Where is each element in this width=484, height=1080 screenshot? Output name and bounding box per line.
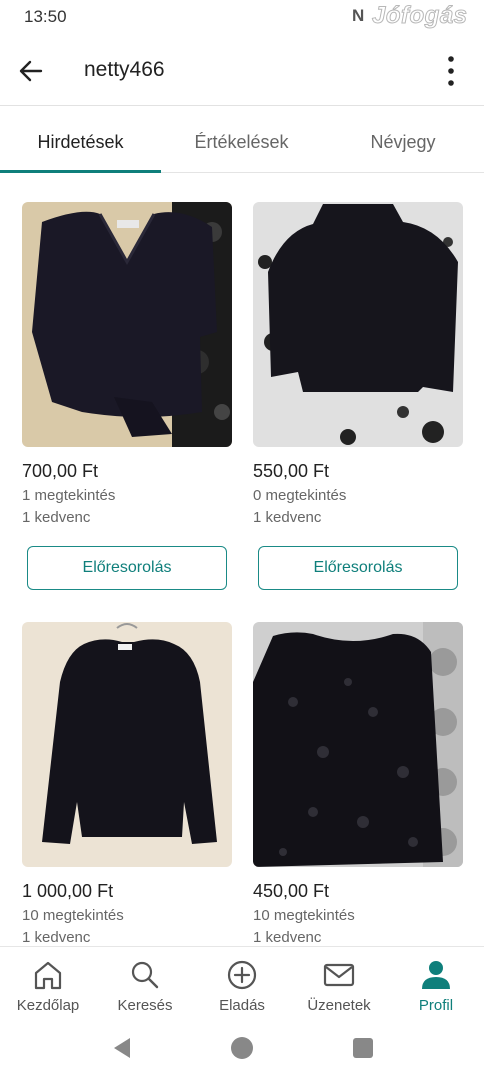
listing-views: 1 megtekintés <box>22 487 116 504</box>
system-navigation-bar <box>0 1026 484 1080</box>
active-tab-indicator <box>0 170 161 173</box>
system-back-icon[interactable] <box>110 1036 134 1060</box>
nav-messages-label: Üzenetek <box>307 997 371 1014</box>
profile-tabs: Hirdetések Értékelések Névjegy <box>0 107 484 173</box>
nav-sell[interactable]: Eladás <box>194 947 290 1027</box>
system-home-icon[interactable] <box>230 1036 254 1060</box>
promote-button[interactable]: Előresorolás <box>27 546 227 590</box>
watermark: Jófogás <box>372 2 468 30</box>
listing-views: 10 megtekintés <box>22 907 124 924</box>
listing-favorites: 1 kedvenc <box>253 929 322 946</box>
nav-search-label: Keresés <box>117 997 173 1014</box>
back-button[interactable] <box>14 54 48 88</box>
system-recents-icon[interactable] <box>352 1037 374 1059</box>
mail-icon <box>323 963 355 987</box>
home-icon <box>34 961 62 990</box>
listing-image[interactable] <box>253 622 463 867</box>
status-time: 13:50 <box>24 7 67 26</box>
listing-card[interactable]: 1 000,00 Ft 10 megtekintés 1 kedvenc <box>22 622 232 946</box>
tab-about[interactable]: Névjegy <box>322 107 484 173</box>
nav-profile[interactable]: Profil <box>388 947 484 1027</box>
listing-card[interactable]: 450,00 Ft 10 megtekintés 1 kedvenc <box>253 622 463 946</box>
listing-card[interactable]: 700,00 Ft 1 megtekintés 1 kedvenc <box>22 202 232 529</box>
listing-views: 0 megtekintés <box>253 487 347 504</box>
more-options-button[interactable] <box>436 54 466 88</box>
listing-card[interactable]: 550,00 Ft 0 megtekintés 1 kedvenc <box>253 202 463 529</box>
person-icon <box>422 961 450 989</box>
tab-ratings[interactable]: Értékelések <box>161 107 322 173</box>
more-vert-icon <box>448 56 454 86</box>
listing-favorites: 1 kedvenc <box>253 509 322 526</box>
bottom-navigation: Kezdőlap Keresés Eladás Üzenetek Profil <box>0 946 484 1026</box>
profile-username: netty466 <box>84 58 165 81</box>
nav-search[interactable]: Keresés <box>97 947 193 1027</box>
notification-n-icon: N <box>352 6 365 25</box>
listing-image[interactable] <box>253 202 463 447</box>
tab-listings[interactable]: Hirdetések <box>0 107 161 173</box>
listing-price: 700,00 Ft <box>22 461 99 481</box>
listing-grid[interactable]: 700,00 Ft 1 megtekintés 1 kedvenc Előres… <box>0 174 484 946</box>
app-bar: netty466 <box>0 36 484 106</box>
status-bar: 13:50 N Jófogás <box>0 0 484 36</box>
search-icon <box>131 961 159 989</box>
listing-price: 1 000,00 Ft <box>22 881 114 901</box>
nav-home-label: Kezdőlap <box>16 997 80 1014</box>
listing-image[interactable] <box>22 202 232 447</box>
listing-price: 550,00 Ft <box>253 461 330 481</box>
listing-favorites: 1 kedvenc <box>22 509 91 526</box>
nav-home[interactable]: Kezdőlap <box>0 947 96 1027</box>
arrow-left-icon <box>19 60 43 82</box>
add-circle-icon <box>227 960 257 990</box>
listing-image[interactable] <box>22 622 232 867</box>
nav-sell-label: Eladás <box>219 997 265 1014</box>
nav-messages[interactable]: Üzenetek <box>291 947 387 1027</box>
listing-price: 450,00 Ft <box>253 881 330 901</box>
listing-favorites: 1 kedvenc <box>22 929 91 946</box>
nav-profile-label: Profil <box>418 997 454 1014</box>
promote-button[interactable]: Előresorolás <box>258 546 458 590</box>
listing-views: 10 megtekintés <box>253 907 355 924</box>
